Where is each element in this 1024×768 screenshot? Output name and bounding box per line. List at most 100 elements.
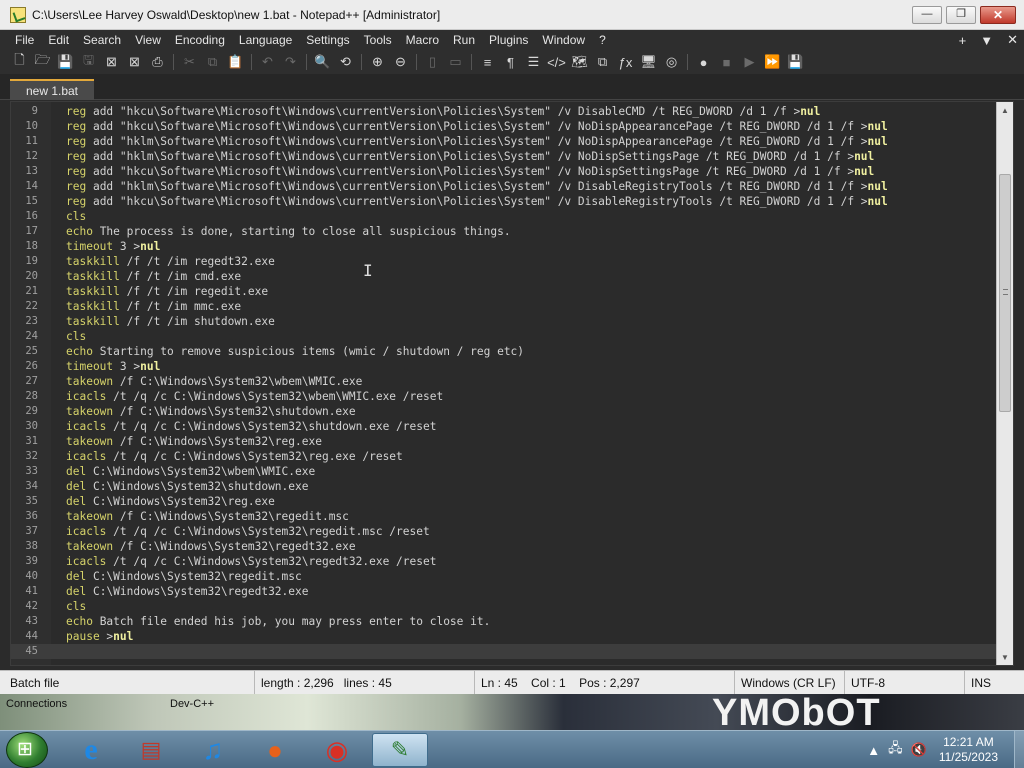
replace-icon[interactable]: ⟲ (334, 52, 357, 72)
menu-run[interactable]: Run (446, 33, 482, 47)
code-line[interactable]: 13 reg add "hkcu\Software\Microsoft\Windo… (11, 164, 997, 179)
copy-icon[interactable]: ⧉ (201, 52, 224, 72)
code-line[interactable]: 27 takeown /f C:\Windows\System32\wbem\WM… (11, 374, 997, 389)
udl-icon[interactable]: </> (545, 52, 568, 72)
menu-settings[interactable]: Settings (299, 33, 356, 47)
code-lines[interactable]: 9 reg add "hkcu\Software\Microsoft\Window… (11, 104, 997, 659)
code-line[interactable]: 19 taskkill /f /t /im regedt32.exe (11, 254, 997, 269)
code-line[interactable]: 26 timeout 3 >nul (11, 359, 997, 374)
code-line[interactable]: 25 echo Starting to remove suspicious ite… (11, 344, 997, 359)
code-line[interactable]: 20 taskkill /f /t /im cmd.exe (11, 269, 997, 284)
taskbar-music[interactable]: ♫ (188, 733, 238, 767)
sync-vertical-icon[interactable]: ▯ (421, 52, 444, 72)
code-line[interactable]: 16 cls (11, 209, 997, 224)
network-icon[interactable]: 🖧 (888, 739, 903, 761)
code-line[interactable]: 39 icacls /t /q /c C:\Windows\System32\re… (11, 554, 997, 569)
code-line[interactable]: 41 del C:\Windows\System32\regedt32.exe (11, 584, 997, 599)
desktop-label-connections[interactable]: Connections (6, 698, 67, 710)
scroll-thumb[interactable] (999, 174, 1011, 412)
start-button[interactable] (6, 732, 48, 768)
code-line[interactable]: 18 timeout 3 >nul (11, 239, 997, 254)
code-line[interactable]: 43 echo Batch file ended his job, you may… (11, 614, 997, 629)
play-macro-icon[interactable]: ▶ (738, 52, 761, 72)
indent-guide-icon[interactable]: ☰ (522, 52, 545, 72)
code-line[interactable]: 38 takeown /f C:\Windows\System32\regedt3… (11, 539, 997, 554)
code-line[interactable]: 23 taskkill /f /t /im shutdown.exe (11, 314, 997, 329)
record-macro-icon[interactable]: ● (692, 52, 715, 72)
show-desktop-button[interactable] (1014, 731, 1024, 768)
tab-list-icon[interactable]: ▼ (980, 33, 993, 48)
taskbar-ie[interactable]: e (66, 733, 116, 767)
menu-file[interactable]: File (8, 33, 41, 47)
close-tab-icon[interactable]: ✕ (1007, 32, 1018, 48)
code-line[interactable]: 32 icacls /t /q /c C:\Windows\System32\re… (11, 449, 997, 464)
code-line[interactable]: 15 reg add "hkcu\Software\Microsoft\Windo… (11, 194, 997, 209)
save-icon[interactable]: 💾 (54, 52, 77, 72)
document-list-icon[interactable]: ⧉ (591, 52, 614, 72)
menu-edit[interactable]: Edit (41, 33, 76, 47)
code-line[interactable]: 44 pause >nul (11, 629, 997, 644)
print-icon[interactable]: ⎙ (146, 52, 169, 72)
menu-plugins[interactable]: Plugins (482, 33, 535, 47)
code-line[interactable]: 45 (11, 644, 997, 659)
code-line[interactable]: 24 cls (11, 329, 997, 344)
taskbar-notepadpp[interactable]: ✎ (372, 733, 428, 767)
code-line[interactable]: 42 cls (11, 599, 997, 614)
new-tab-icon[interactable]: + (959, 33, 967, 48)
folder-workspace-icon[interactable]: 🖥 (637, 52, 660, 72)
code-line[interactable]: 28 icacls /t /q /c C:\Windows\System32\wb… (11, 389, 997, 404)
code-line[interactable]: 10 reg add "hkcu\Software\Microsoft\Windo… (11, 119, 997, 134)
monitoring-icon[interactable]: ◎ (660, 52, 683, 72)
run-macro-multiple-icon[interactable]: ⏩ (761, 52, 784, 72)
menu-view[interactable]: View (128, 33, 168, 47)
code-line[interactable]: 17 echo The process is done, starting to … (11, 224, 997, 239)
menu-language[interactable]: Language (232, 33, 299, 47)
sync-horizontal-icon[interactable]: ▭ (444, 52, 467, 72)
new-file-icon[interactable]: 🗋 (8, 52, 31, 72)
save-all-icon[interactable]: 🖫 (77, 52, 100, 72)
menu-help[interactable]: ? (592, 33, 613, 47)
code-line[interactable]: 31 takeown /f C:\Windows\System32\reg.exe (11, 434, 997, 449)
volume-muted-icon[interactable]: 🔇 (911, 742, 927, 758)
close-all-icon[interactable]: ⊠ (123, 52, 146, 72)
editor[interactable]: 9 reg add "hkcu\Software\Microsoft\Window… (10, 101, 1014, 666)
stop-record-icon[interactable]: ■ (715, 52, 738, 72)
code-line[interactable]: 12 reg add "hklm\Software\Microsoft\Windo… (11, 149, 997, 164)
code-line[interactable]: 11 reg add "hklm\Software\Microsoft\Windo… (11, 134, 997, 149)
maximize-button[interactable]: ❐ (946, 5, 976, 24)
menu-encoding[interactable]: Encoding (168, 33, 232, 47)
menu-window[interactable]: Window (535, 33, 592, 47)
show-hidden-icons-icon[interactable]: ▲ (867, 743, 880, 758)
save-macro-icon[interactable]: 💾 (784, 52, 807, 72)
code-line[interactable]: 30 icacls /t /q /c C:\Windows\System32\sh… (11, 419, 997, 434)
taskbar-chrome[interactable]: ◉ (312, 733, 362, 767)
menu-search[interactable]: Search (76, 33, 128, 47)
find-icon[interactable]: 🔍 (311, 52, 334, 72)
close-file-icon[interactable]: ⊠ (100, 52, 123, 72)
function-list-icon[interactable]: ƒx (614, 52, 637, 72)
tab-new-1-bat[interactable]: new 1.bat (10, 79, 94, 100)
cut-icon[interactable]: ✂ (178, 52, 201, 72)
code-line[interactable]: 21 taskkill /f /t /im regedit.exe (11, 284, 997, 299)
minimize-button[interactable]: — (912, 5, 942, 24)
code-line[interactable]: 37 icacls /t /q /c C:\Windows\System32\re… (11, 524, 997, 539)
code-line[interactable]: 36 takeown /f C:\Windows\System32\regedit… (11, 509, 997, 524)
code-line[interactable]: 29 takeown /f C:\Windows\System32\shutdow… (11, 404, 997, 419)
code-line[interactable]: 40 del C:\Windows\System32\regedit.msc (11, 569, 997, 584)
code-line[interactable]: 34 del C:\Windows\System32\shutdown.exe (11, 479, 997, 494)
word-wrap-icon[interactable]: ≡ (476, 52, 499, 72)
vertical-scrollbar[interactable]: ▲ ▼ (996, 102, 1013, 665)
redo-icon[interactable]: ↷ (279, 52, 302, 72)
taskbar-archive[interactable]: ▤ (126, 733, 176, 767)
scroll-down-icon[interactable]: ▼ (997, 649, 1013, 665)
close-button[interactable]: ✕ (980, 5, 1016, 24)
menu-macro[interactable]: Macro (399, 33, 446, 47)
menu-tools[interactable]: Tools (357, 33, 399, 47)
zoom-out-icon[interactable]: ⊖ (389, 52, 412, 72)
document-map-icon[interactable]: 🗺 (568, 52, 591, 72)
clock[interactable]: 12:21 AM 11/25/2023 (939, 735, 998, 765)
show-all-chars-icon[interactable]: ¶ (499, 52, 522, 72)
desktop-label-devcpp[interactable]: Dev-C++ (170, 698, 214, 710)
code-line[interactable]: 33 del C:\Windows\System32\wbem\WMIC.exe (11, 464, 997, 479)
open-file-icon[interactable]: 🗁 (31, 52, 54, 72)
